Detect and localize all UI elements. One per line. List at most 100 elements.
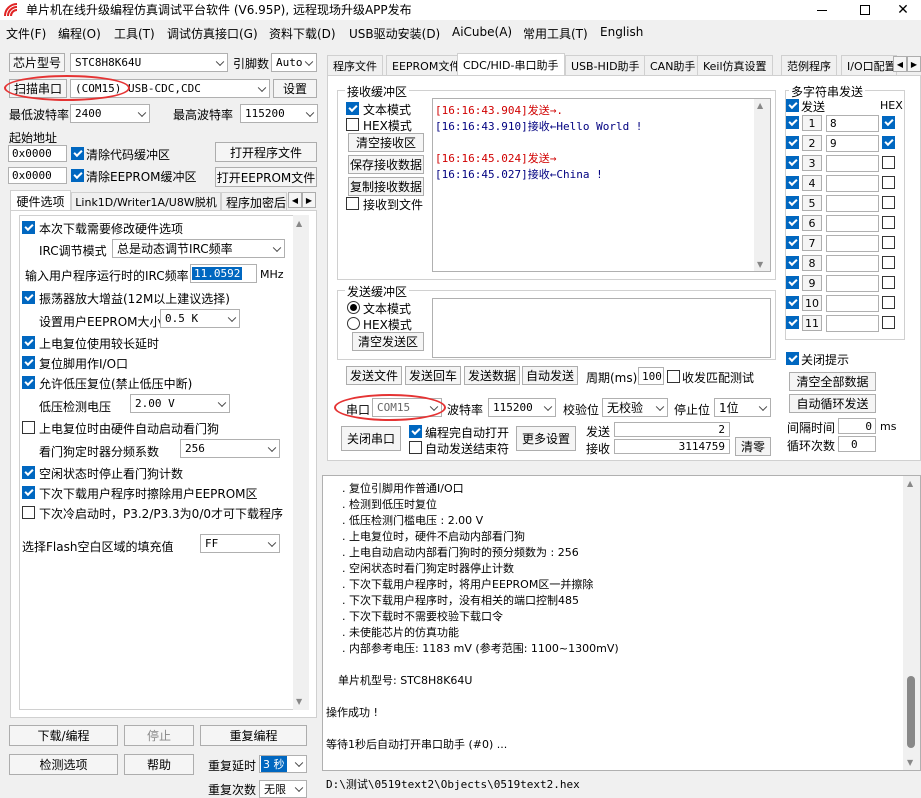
irc-mode-select[interactable]: 总是动态调节IRC频率 [112,239,285,258]
close-window-button[interactable]: ✕ [885,0,921,20]
multi-send-row-hex-checkbox[interactable] [882,296,895,309]
repeat-count-select[interactable]: 无限 [259,780,307,798]
send-hex-mode-radio[interactable] [347,317,360,330]
irc-freq-input[interactable]: 11.0592 [190,264,257,283]
menu-file[interactable]: 文件(F) [6,25,46,42]
stop-bits-select[interactable]: 1位 [714,398,771,417]
maximize-button[interactable] [845,0,885,20]
interval-input[interactable]: 0 [838,418,876,434]
repeat-delay-select[interactable]: 3 秒 [259,755,307,773]
multi-send-row-input[interactable]: 9 [826,135,879,152]
scroll-down-icon[interactable]: ▼ [907,758,913,767]
settings-button[interactable]: 设置 [273,79,317,98]
auto-end-checkbox[interactable] [409,441,422,454]
scroll-down-icon[interactable]: ▼ [757,260,763,269]
menu-download[interactable]: 资料下载(D) [269,25,336,42]
check-options-button[interactable]: 检测选项 [9,754,118,775]
multi-send-row-checkbox[interactable] [786,276,799,289]
start-addr-eeprom-input[interactable]: 0x0000 [8,167,67,184]
tab-usb-hid[interactable]: USB-HID助手 [565,55,646,75]
idle-stop-wdt-checkbox[interactable] [22,466,35,479]
multi-send-row-button[interactable]: 5 [802,195,822,211]
close-tip-checkbox[interactable] [786,352,799,365]
open-eeprom-file-button[interactable]: 打开EEPROM文件 [215,167,317,187]
pin-count-select[interactable]: Auto [271,53,317,72]
scroll-down-icon[interactable]: ▼ [296,697,302,706]
tab-scroll-left-button[interactable]: ◀ [288,192,302,208]
save-recv-button[interactable]: 保存接收数据 [348,155,424,174]
multi-send-row-input[interactable] [826,235,879,252]
log-scroll-thumb[interactable] [907,676,915,748]
send-textarea[interactable] [432,298,771,358]
multi-send-row-input[interactable] [826,275,879,292]
multi-send-row-checkbox[interactable] [786,316,799,329]
multi-send-row-checkbox[interactable] [786,156,799,169]
menu-english[interactable]: English [600,25,643,39]
multi-send-row-checkbox[interactable] [786,216,799,229]
osc-gain-checkbox[interactable] [22,291,35,304]
multi-send-row-hex-checkbox[interactable] [882,216,895,229]
menu-program[interactable]: 编程(O) [58,25,101,42]
send-file-button[interactable]: 发送文件 [346,366,402,385]
tab-serial-assistant[interactable]: CDC/HID-串口助手 [457,53,565,76]
cold-start-p32-checkbox[interactable] [22,506,35,519]
multi-send-row-checkbox[interactable] [786,116,799,129]
multi-send-row-checkbox[interactable] [786,136,799,149]
multi-send-row-button[interactable]: 3 [802,155,822,171]
menu-debug[interactable]: 调试仿真接口(G) [167,25,258,42]
multi-send-row-button[interactable]: 2 [802,135,822,151]
multi-send-row-button[interactable]: 8 [802,255,822,271]
reset-pin-io-checkbox[interactable] [22,356,35,369]
scroll-up-icon[interactable]: ▲ [757,101,763,110]
log-scrollbar[interactable]: ▲ ▼ [903,476,920,770]
clear-count-button[interactable]: 清零 [735,437,771,456]
multi-send-row-button[interactable]: 4 [802,175,822,191]
baud-select[interactable]: 115200 [488,398,556,417]
max-baud-select[interactable]: 115200 [240,104,318,123]
tab-eeprom-file[interactable]: EEPROM文件 [386,55,467,75]
tab-examples[interactable]: 范例程序 [781,55,837,75]
multi-send-row-hex-checkbox[interactable] [882,276,895,289]
multi-send-row-checkbox[interactable] [786,236,799,249]
tab-io-config[interactable]: I/O口配置 [841,55,897,75]
multi-send-row-input[interactable] [826,215,879,232]
multi-send-row-button[interactable]: 9 [802,275,822,291]
recv-hex-mode-checkbox[interactable] [346,118,359,131]
left-tab-link1d[interactable]: Link1D/Writer1A/U8W脱机 [71,192,221,211]
auto-loop-send-button[interactable]: 自动循环发送 [789,394,876,413]
help-button[interactable]: 帮助 [124,754,194,775]
clear-code-checkbox[interactable] [71,147,84,160]
multi-send-row-input[interactable] [826,255,879,272]
tab-program-file[interactable]: 程序文件 [327,55,383,75]
start-addr-code-input[interactable]: 0x0000 [8,145,67,162]
multi-send-row-hex-checkbox[interactable] [882,256,895,269]
left-tab-hardware[interactable]: 硬件选项 [10,190,71,211]
scroll-up-icon[interactable]: ▲ [907,479,913,488]
multi-send-row-input[interactable] [826,175,879,192]
menu-common-tools[interactable]: 常用工具(T) [523,25,588,42]
clear-recv-button[interactable]: 清空接收区 [348,133,424,152]
multi-send-row-input[interactable] [826,195,879,212]
min-baud-select[interactable]: 2400 [70,104,150,123]
more-settings-button[interactable]: 更多设置 [516,426,576,451]
tab-can[interactable]: CAN助手 [644,55,702,75]
clear-send-button[interactable]: 清空发送区 [352,332,424,351]
send-data-button[interactable]: 发送数据 [464,366,520,385]
multi-send-row-hex-checkbox[interactable] [882,136,895,149]
multi-send-row-input[interactable]: 8 [826,115,879,132]
multi-send-row-button[interactable]: 11 [802,315,822,331]
low-voltage-select[interactable]: 2.00 V [130,394,230,413]
period-input[interactable]: 100 [638,367,664,385]
stop-button[interactable]: 停止 [124,725,194,746]
erase-eeprom-checkbox[interactable] [22,486,35,499]
loop-count-input[interactable]: 0 [838,436,876,452]
parity-select[interactable]: 无校验 [602,398,668,417]
multi-send-row-button[interactable]: 6 [802,215,822,231]
chip-model-button[interactable]: 芯片型号 [9,53,65,72]
clear-all-data-button[interactable]: 清空全部数据 [789,372,876,391]
multi-send-row-button[interactable]: 10 [802,295,822,311]
modify-hw-checkbox[interactable] [22,221,35,234]
left-tab-encrypt[interactable]: 程序加密后 [221,192,287,211]
multi-send-row-button[interactable]: 1 [802,115,822,131]
flash-fill-select[interactable]: FF [200,534,280,553]
